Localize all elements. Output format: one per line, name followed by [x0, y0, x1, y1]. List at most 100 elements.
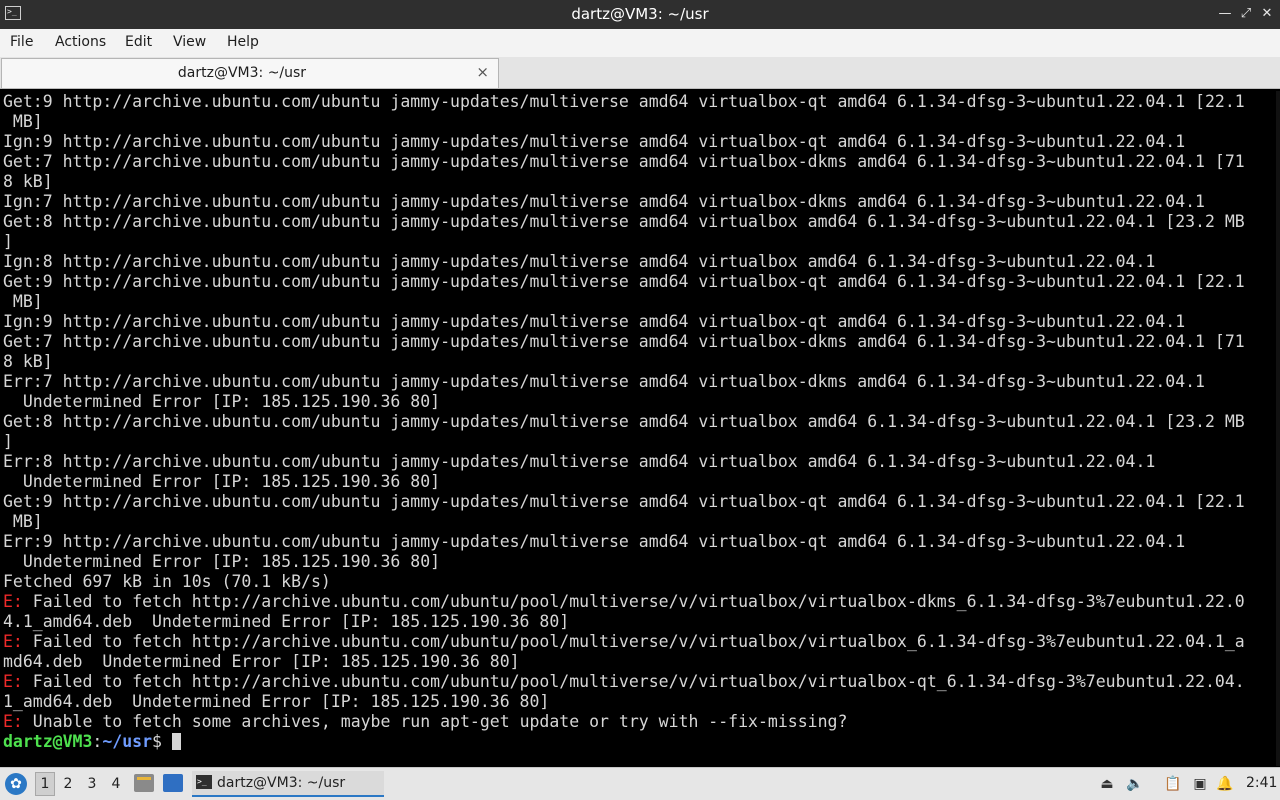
- tab-label: dartz@VM3: ~/usr: [177, 65, 307, 81]
- show-desktop-icon[interactable]: [163, 774, 183, 792]
- workspace-4[interactable]: 4: [107, 776, 125, 792]
- terminal-line: E: Failed to fetch http://archive.ubuntu…: [3, 632, 1245, 652]
- terminal-line: Undetermined Error [IP: 185.125.190.36 8…: [3, 472, 1245, 492]
- clipboard-icon[interactable]: 📋: [1164, 775, 1182, 793]
- terminal-line: Err:8 http://archive.ubuntu.com/ubuntu j…: [3, 452, 1245, 472]
- error-prefix: E:: [3, 592, 23, 611]
- line-text: MB]: [3, 292, 43, 311]
- prompt-symbol: $: [152, 732, 172, 751]
- terminal-lines: Get:9 http://archive.ubuntu.com/ubuntu j…: [3, 92, 1245, 752]
- workspace-1[interactable]: 1: [35, 772, 55, 796]
- line-text: MB]: [3, 112, 43, 131]
- menu-view[interactable]: View: [173, 34, 206, 50]
- line-text: MB]: [3, 512, 43, 531]
- error-prefix: E:: [3, 672, 23, 691]
- terminal-line: Err:9 http://archive.ubuntu.com/ubuntu j…: [3, 532, 1245, 552]
- terminal-line: 4.1_amd64.deb Undetermined Error [IP: 18…: [3, 612, 1245, 632]
- terminal-line: Get:8 http://archive.ubuntu.com/ubuntu j…: [3, 412, 1245, 432]
- terminal-line: Get:9 http://archive.ubuntu.com/ubuntu j…: [3, 492, 1245, 512]
- close-icon[interactable]: ✕: [1258, 5, 1276, 23]
- terminal-line: MB]: [3, 512, 1245, 532]
- error-prefix: E:: [3, 632, 23, 651]
- line-text: Err:7 http://archive.ubuntu.com/ubuntu j…: [3, 372, 1205, 391]
- terminal-output[interactable]: Get:9 http://archive.ubuntu.com/ubuntu j…: [0, 91, 1280, 766]
- terminal-line: E: Failed to fetch http://archive.ubuntu…: [3, 592, 1245, 612]
- maximize-icon[interactable]: ⤢: [1237, 5, 1255, 23]
- start-menu-icon[interactable]: ✿: [5, 773, 27, 795]
- line-text: Get:9 http://archive.ubuntu.com/ubuntu j…: [3, 92, 1245, 111]
- file-manager-icon[interactable]: [134, 774, 154, 792]
- clock: 2:41: [1246, 775, 1278, 791]
- removable-media-icon[interactable]: ⏏: [1098, 775, 1116, 793]
- menu-edit[interactable]: Edit: [125, 34, 152, 50]
- line-text: Failed to fetch http://archive.ubuntu.co…: [22, 672, 1245, 691]
- terminal-line: ]: [3, 432, 1245, 452]
- line-text: 8 kB]: [3, 352, 53, 371]
- line-text: Ign:9 http://archive.ubuntu.com/ubuntu j…: [3, 132, 1186, 151]
- prompt-line[interactable]: dartz@VM3:~/usr$: [3, 732, 1245, 752]
- line-text: Undetermined Error [IP: 185.125.190.36 8…: [3, 392, 441, 411]
- menu-actions[interactable]: Actions: [55, 34, 106, 50]
- task-label: dartz@VM3: ~/usr: [217, 775, 346, 791]
- terminal-line: Undetermined Error [IP: 185.125.190.36 8…: [3, 392, 1245, 412]
- terminal-line: 8 kB]: [3, 172, 1245, 192]
- volume-icon[interactable]: 🔈: [1126, 775, 1144, 793]
- terminal-line: Get:9 http://archive.ubuntu.com/ubuntu j…: [3, 92, 1245, 112]
- menu-bar: File Actions Edit View Help: [0, 29, 1280, 57]
- tab-close-icon[interactable]: ×: [476, 63, 489, 81]
- menu-help[interactable]: Help: [227, 34, 259, 50]
- line-text: 1_amd64.deb Undetermined Error [IP: 185.…: [3, 692, 550, 711]
- line-text: Get:9 http://archive.ubuntu.com/ubuntu j…: [3, 492, 1245, 511]
- taskbar-task-terminal[interactable]: >_ dartz@VM3: ~/usr: [192, 771, 384, 797]
- line-text: Get:7 http://archive.ubuntu.com/ubuntu j…: [3, 332, 1245, 351]
- terminal-icon: >_: [196, 775, 212, 789]
- notification-icon[interactable]: 🔔: [1216, 775, 1234, 793]
- prompt-separator: :: [92, 732, 103, 751]
- line-text: Undetermined Error [IP: 185.125.190.36 8…: [3, 552, 441, 571]
- terminal-line: MB]: [3, 292, 1245, 312]
- taskbar: ✿ 1 2 3 4 >_ dartz@VM3: ~/usr ⏏ 🔈 📋 ▣ 🔔 …: [0, 767, 1280, 800]
- terminal-line: Get:7 http://archive.ubuntu.com/ubuntu j…: [3, 332, 1245, 352]
- terminal-line: Get:8 http://archive.ubuntu.com/ubuntu j…: [3, 212, 1245, 232]
- terminal-line: Ign:8 http://archive.ubuntu.com/ubuntu j…: [3, 252, 1245, 272]
- text-cursor: [171, 733, 181, 750]
- line-text: Get:8 http://archive.ubuntu.com/ubuntu j…: [3, 212, 1245, 231]
- line-text: 4.1_amd64.deb Undetermined Error [IP: 18…: [3, 612, 570, 631]
- line-text: Failed to fetch http://archive.ubuntu.co…: [22, 592, 1245, 611]
- line-text: md64.deb Undetermined Error [IP: 185.125…: [3, 652, 520, 671]
- terminal-line: Ign:9 http://archive.ubuntu.com/ubuntu j…: [3, 312, 1245, 332]
- line-text: Get:8 http://archive.ubuntu.com/ubuntu j…: [3, 412, 1245, 431]
- line-text: ]: [3, 432, 13, 451]
- line-text: Ign:8 http://archive.ubuntu.com/ubuntu j…: [3, 252, 1156, 271]
- line-text: Unable to fetch some archives, maybe run…: [22, 712, 848, 731]
- terminal-line: E: Failed to fetch http://archive.ubuntu…: [3, 672, 1245, 692]
- tab-bar: dartz@VM3: ~/usr ×: [0, 57, 1280, 89]
- workspace-3[interactable]: 3: [83, 776, 101, 792]
- line-text: Get:9 http://archive.ubuntu.com/ubuntu j…: [3, 272, 1245, 291]
- terminal-line: md64.deb Undetermined Error [IP: 185.125…: [3, 652, 1245, 672]
- line-text: Ign:9 http://archive.ubuntu.com/ubuntu j…: [3, 312, 1186, 331]
- line-text: Ign:7 http://archive.ubuntu.com/ubuntu j…: [3, 192, 1205, 211]
- menu-file[interactable]: File: [10, 34, 33, 50]
- workspace-2[interactable]: 2: [59, 776, 77, 792]
- minimize-icon[interactable]: —: [1216, 5, 1234, 23]
- terminal-line: ]: [3, 232, 1245, 252]
- terminal-line: Get:7 http://archive.ubuntu.com/ubuntu j…: [3, 152, 1245, 172]
- terminal-line: Ign:7 http://archive.ubuntu.com/ubuntu j…: [3, 192, 1245, 212]
- terminal-scrollbar[interactable]: [1276, 91, 1280, 766]
- network-icon[interactable]: ▣: [1191, 775, 1209, 793]
- terminal-line: Err:7 http://archive.ubuntu.com/ubuntu j…: [3, 372, 1245, 392]
- line-text: Failed to fetch http://archive.ubuntu.co…: [22, 632, 1245, 651]
- terminal-line: Undetermined Error [IP: 185.125.190.36 8…: [3, 552, 1245, 572]
- terminal-tab[interactable]: dartz@VM3: ~/usr ×: [1, 58, 499, 88]
- terminal-line: Fetched 697 kB in 10s (70.1 kB/s): [3, 572, 1245, 592]
- terminal-line: E: Unable to fetch some archives, maybe …: [3, 712, 1245, 732]
- terminal-line: 1_amd64.deb Undetermined Error [IP: 185.…: [3, 692, 1245, 712]
- terminal-line: MB]: [3, 112, 1245, 132]
- prompt-path: ~/usr: [102, 732, 153, 751]
- line-text: Err:9 http://archive.ubuntu.com/ubuntu j…: [3, 532, 1186, 551]
- window-titlebar[interactable]: >_ dartz@VM3: ~/usr — ⤢ ✕: [0, 0, 1280, 29]
- terminal-line: 8 kB]: [3, 352, 1245, 372]
- terminal-line: Ign:9 http://archive.ubuntu.com/ubuntu j…: [3, 132, 1245, 152]
- error-prefix: E:: [3, 712, 23, 731]
